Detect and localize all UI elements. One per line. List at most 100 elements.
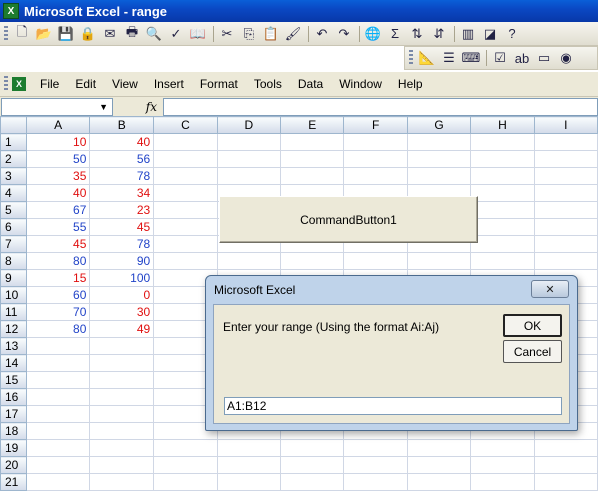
- cell[interactable]: [343, 456, 408, 474]
- cell[interactable]: [25, 405, 91, 423]
- copy-icon[interactable]: ⎘: [239, 24, 259, 44]
- cell[interactable]: [153, 133, 218, 151]
- column-header[interactable]: G: [406, 116, 472, 134]
- menu-help[interactable]: Help: [398, 77, 423, 91]
- chevron-down-icon[interactable]: ▼: [99, 102, 108, 112]
- cell[interactable]: [343, 439, 408, 457]
- cell[interactable]: [470, 184, 535, 202]
- cell[interactable]: 40: [25, 184, 91, 202]
- formula-input[interactable]: [163, 97, 598, 116]
- cell[interactable]: 70: [25, 303, 91, 321]
- cell[interactable]: [533, 473, 598, 491]
- row-header[interactable]: 14: [0, 354, 27, 372]
- cell[interactable]: [25, 388, 91, 406]
- cell[interactable]: [533, 150, 598, 168]
- workbook-icon[interactable]: X: [12, 77, 26, 91]
- cell[interactable]: [533, 184, 598, 202]
- cell[interactable]: [25, 337, 91, 355]
- menu-file[interactable]: File: [40, 77, 59, 91]
- textbox-control-icon[interactable]: ab: [512, 48, 532, 68]
- cell[interactable]: [533, 201, 598, 219]
- sort-ascending-icon[interactable]: ⇅: [407, 24, 427, 44]
- cell[interactable]: [153, 473, 218, 491]
- row-header[interactable]: 20: [0, 456, 27, 474]
- cell[interactable]: [89, 337, 155, 355]
- cell[interactable]: [470, 252, 535, 270]
- cell[interactable]: [153, 167, 218, 185]
- cell[interactable]: [153, 235, 218, 253]
- row-header[interactable]: 15: [0, 371, 27, 389]
- cell[interactable]: 80: [25, 252, 91, 270]
- cell[interactable]: [343, 167, 408, 185]
- save-icon[interactable]: 💾: [56, 24, 76, 44]
- print-preview-icon[interactable]: 🔍: [144, 24, 164, 44]
- cell[interactable]: 45: [89, 218, 155, 236]
- cell[interactable]: [216, 439, 282, 457]
- chart-wizard-icon[interactable]: ▥: [458, 24, 478, 44]
- cell[interactable]: [533, 439, 598, 457]
- permission-icon[interactable]: 🔒: [78, 24, 98, 44]
- cell[interactable]: [280, 150, 345, 168]
- cell[interactable]: 90: [89, 252, 155, 270]
- cell[interactable]: 49: [89, 320, 155, 338]
- cell[interactable]: [280, 252, 345, 270]
- hyperlink-icon[interactable]: 🌐: [363, 24, 383, 44]
- cell[interactable]: [25, 354, 91, 372]
- cell[interactable]: [25, 371, 91, 389]
- cell[interactable]: 78: [89, 167, 155, 185]
- row-header[interactable]: 5: [0, 201, 27, 219]
- cell[interactable]: [280, 167, 345, 185]
- redo-icon[interactable]: ↷: [334, 24, 354, 44]
- row-header[interactable]: 18: [0, 422, 27, 440]
- help-icon[interactable]: ?: [502, 24, 522, 44]
- cell[interactable]: 60: [25, 286, 91, 304]
- cell[interactable]: [153, 456, 218, 474]
- row-header[interactable]: 21: [0, 473, 27, 491]
- name-box[interactable]: ▼: [1, 97, 113, 116]
- cell[interactable]: [406, 473, 472, 491]
- cell[interactable]: [533, 218, 598, 236]
- row-header[interactable]: 3: [0, 167, 27, 185]
- row-header[interactable]: 6: [0, 218, 27, 236]
- cell[interactable]: 50: [25, 150, 91, 168]
- menu-edit[interactable]: Edit: [75, 77, 96, 91]
- row-header[interactable]: 19: [0, 439, 27, 457]
- spelling-icon[interactable]: ✓: [166, 24, 186, 44]
- view-code-icon[interactable]: ⌨: [461, 48, 481, 68]
- cell[interactable]: [153, 218, 218, 236]
- menu-view[interactable]: View: [112, 77, 138, 91]
- cut-icon[interactable]: ✂: [217, 24, 237, 44]
- cell[interactable]: 15: [25, 269, 91, 287]
- cell[interactable]: 0: [89, 286, 155, 304]
- row-header[interactable]: 16: [0, 388, 27, 406]
- cell[interactable]: [470, 150, 535, 168]
- cell[interactable]: [533, 252, 598, 270]
- cell[interactable]: 23: [89, 201, 155, 219]
- cell[interactable]: [343, 133, 408, 151]
- print-icon[interactable]: 🖶: [122, 24, 142, 44]
- cell[interactable]: [89, 439, 155, 457]
- cell[interactable]: [89, 422, 155, 440]
- command-button[interactable]: CommandButton1: [219, 196, 478, 243]
- select-all-corner[interactable]: [0, 116, 27, 134]
- row-header[interactable]: 9: [0, 269, 27, 287]
- cell[interactable]: 40: [89, 133, 155, 151]
- undo-icon[interactable]: ↶: [312, 24, 332, 44]
- row-header[interactable]: 10: [0, 286, 27, 304]
- column-header[interactable]: C: [153, 116, 218, 134]
- cell[interactable]: [153, 201, 218, 219]
- cell[interactable]: 80: [25, 320, 91, 338]
- cell[interactable]: 56: [89, 150, 155, 168]
- cell[interactable]: [216, 167, 282, 185]
- cell[interactable]: [280, 456, 345, 474]
- cell[interactable]: [216, 150, 282, 168]
- cell[interactable]: [216, 252, 282, 270]
- function-icon[interactable]: fx: [113, 100, 163, 114]
- cell[interactable]: [216, 456, 282, 474]
- cell[interactable]: [153, 184, 218, 202]
- range-input[interactable]: A1:B12: [224, 397, 562, 415]
- cell[interactable]: [533, 167, 598, 185]
- cell[interactable]: 35: [25, 167, 91, 185]
- toolbar-grip[interactable]: [409, 50, 413, 66]
- cell[interactable]: [343, 252, 408, 270]
